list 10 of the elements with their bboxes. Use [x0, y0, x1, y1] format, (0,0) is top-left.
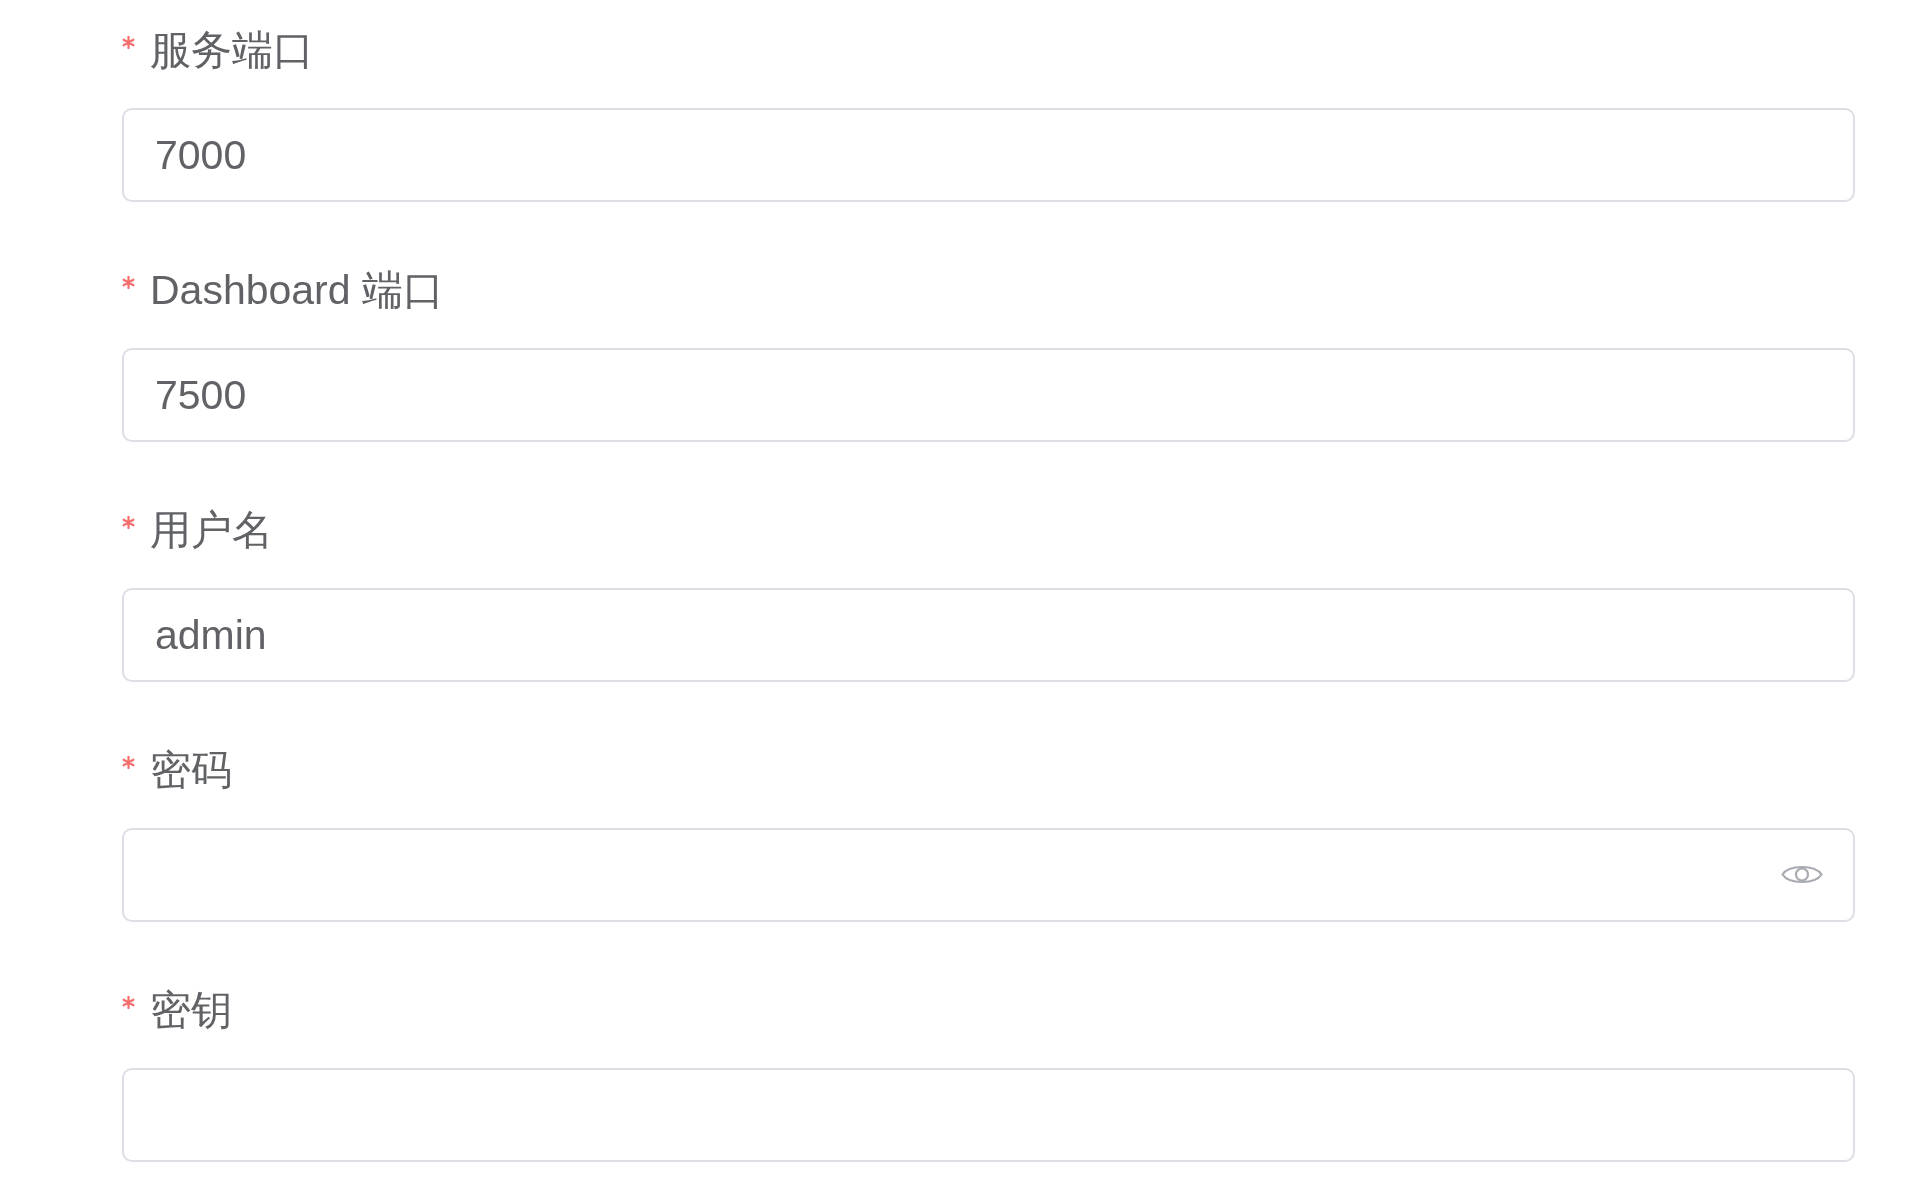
input-field[interactable]: admin	[122, 588, 1855, 682]
input-field[interactable]: 7500	[122, 348, 1855, 442]
password-field[interactable]	[122, 828, 1855, 922]
field-label: 密钥	[150, 986, 232, 1035]
field-label: Dashboard 端口	[150, 266, 444, 315]
input-field[interactable]	[122, 1068, 1855, 1162]
field-label: 用户名	[150, 506, 273, 555]
field-label: 服务端口	[150, 26, 314, 75]
field-label: 密码	[150, 746, 232, 795]
input-field[interactable]: 7000	[122, 108, 1855, 202]
